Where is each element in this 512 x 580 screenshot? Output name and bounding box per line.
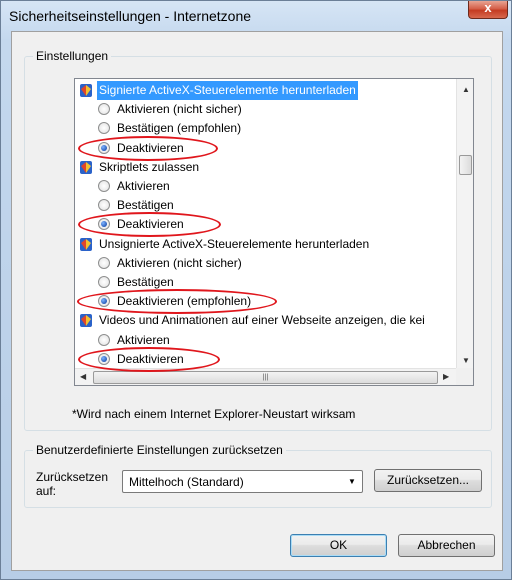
- option-label: Aktivieren (nicht sicher): [117, 255, 242, 270]
- radio-button-checked[interactable]: [98, 295, 110, 308]
- settings-category[interactable]: Signierte ActiveX-Steuerelemente herunte…: [75, 81, 456, 100]
- ok-button[interactable]: OK: [290, 534, 387, 557]
- settings-option[interactable]: Deaktivieren: [75, 139, 456, 158]
- category-label: Signierte ActiveX-Steuerelemente herunte…: [97, 81, 358, 100]
- security-setting-icon: [79, 160, 93, 175]
- security-setting-icon: [79, 83, 93, 98]
- settings-category[interactable]: Unsignierte ActiveX-Steuerelemente herun…: [75, 235, 456, 254]
- radio-button[interactable]: [98, 103, 110, 116]
- settings-option[interactable]: Bestätigen: [75, 273, 456, 292]
- security-setting-icon: [79, 237, 93, 252]
- radio-button-checked[interactable]: [98, 141, 110, 154]
- radio-button[interactable]: [98, 180, 110, 192]
- settings-option[interactable]: Deaktivieren (empfohlen): [75, 292, 456, 311]
- chevron-down-icon: ▼: [348, 477, 356, 486]
- settings-category[interactable]: Videos und Animationen auf einer Webseit…: [75, 311, 456, 330]
- radio-button[interactable]: [98, 122, 110, 135]
- category-label: Skriptlets zulassen: [99, 159, 200, 174]
- settings-option[interactable]: Bestätigen (empfohlen): [75, 119, 456, 138]
- scroll-left-icon[interactable]: ◀: [80, 372, 86, 381]
- title-bar[interactable]: Sicherheitseinstellungen - Internetzone …: [1, 0, 511, 31]
- option-label: Deaktivieren (empfohlen): [117, 294, 252, 309]
- settings-option[interactable]: Aktivieren: [75, 331, 456, 350]
- reset-level-dropdown[interactable]: Mittelhoch (Standard) ▼: [122, 470, 363, 493]
- radio-button[interactable]: [98, 199, 110, 212]
- category-label: Videos und Animationen auf einer Webseit…: [99, 313, 425, 328]
- settings-option[interactable]: Aktivieren (nicht sicher): [75, 254, 456, 273]
- option-label: Aktivieren: [117, 332, 170, 347]
- reset-group-label: Benutzerdefinierte Einstellungen zurücks…: [33, 443, 286, 457]
- scroll-up-icon[interactable]: ▲: [462, 85, 470, 94]
- settings-group-label: Einstellungen: [33, 49, 112, 63]
- horizontal-scroll-thumb[interactable]: |||: [93, 371, 438, 384]
- security-setting-icon: [79, 313, 93, 328]
- scroll-right-icon[interactable]: ▶: [443, 372, 449, 381]
- close-icon: x: [484, 0, 492, 15]
- option-label: Bestätigen: [117, 198, 174, 213]
- option-label: Aktivieren (nicht sicher): [117, 102, 242, 117]
- option-label: Bestätigen (empfohlen): [117, 121, 242, 136]
- option-label: Deaktivieren: [117, 217, 184, 232]
- restart-note: *Wird nach einem Internet Explorer-Neust…: [72, 407, 356, 421]
- vertical-scroll-thumb[interactable]: [459, 155, 472, 175]
- scroll-down-icon[interactable]: ▼: [462, 356, 470, 365]
- radio-button[interactable]: [98, 256, 110, 269]
- reset-button[interactable]: Zurücksetzen...: [374, 469, 482, 492]
- option-label: Deaktivieren: [117, 140, 184, 155]
- category-label: Unsignierte ActiveX-Steuerelemente herun…: [99, 236, 370, 251]
- dropdown-value: Mittelhoch (Standard): [129, 475, 244, 489]
- radio-button[interactable]: [98, 276, 110, 288]
- settings-category[interactable]: Skriptlets zulassen: [75, 158, 456, 177]
- radio-button-checked[interactable]: [98, 352, 110, 365]
- settings-option[interactable]: Bestätigen: [75, 196, 456, 215]
- close-button[interactable]: x: [468, 0, 508, 19]
- option-label: Bestätigen: [117, 275, 174, 289]
- settings-option[interactable]: Deaktivieren: [75, 215, 456, 234]
- vertical-scrollbar[interactable]: ▲ ▼: [456, 79, 473, 369]
- settings-option[interactable]: Aktivieren: [75, 177, 456, 196]
- reset-to-label: Zurücksetzen auf:: [36, 470, 109, 498]
- settings-option[interactable]: Deaktivieren: [75, 350, 456, 369]
- horizontal-scrollbar[interactable]: ◀ ||| ▶: [75, 368, 456, 385]
- option-label: Aktivieren: [117, 179, 170, 193]
- window-title: Sicherheitseinstellungen - Internetzone: [9, 8, 252, 24]
- radio-button-checked[interactable]: [98, 218, 110, 231]
- settings-option[interactable]: Aktivieren (nicht sicher): [75, 100, 456, 119]
- option-label: Deaktivieren: [117, 351, 184, 366]
- radio-button[interactable]: [98, 333, 110, 346]
- scrollbar-corner: [456, 368, 473, 385]
- cancel-button[interactable]: Abbrechen: [398, 534, 495, 557]
- settings-tree-list[interactable]: Signierte ActiveX-Steuerelemente herunte…: [74, 78, 474, 386]
